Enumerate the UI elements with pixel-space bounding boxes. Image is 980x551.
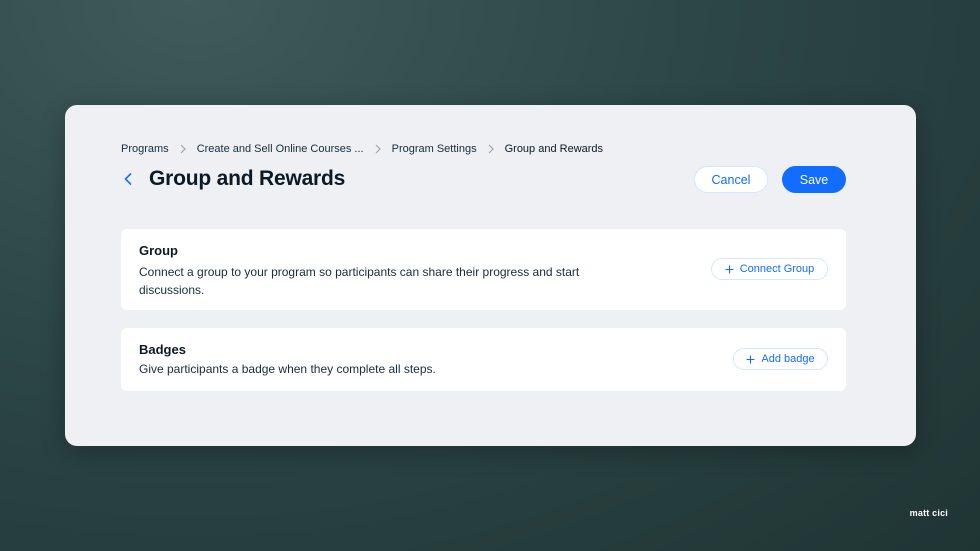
watermark: matt cici [909, 508, 948, 518]
plus-icon [746, 355, 755, 364]
plus-icon [725, 265, 734, 274]
chevron-right-icon [364, 144, 392, 154]
breadcrumb: Programs Create and Sell Online Courses … [121, 143, 603, 155]
badges-title: Badges [139, 342, 186, 357]
breadcrumb-item-current: Group and Rewards [504, 143, 604, 155]
connect-group-button[interactable]: Connect Group [711, 258, 828, 280]
save-button[interactable]: Save [782, 166, 846, 193]
add-badge-button[interactable]: Add badge [733, 348, 828, 370]
breadcrumb-item-programs[interactable]: Programs [121, 143, 169, 155]
badges-card: Badges Give participants a badge when th… [121, 328, 846, 391]
settings-panel: Programs Create and Sell Online Courses … [65, 105, 916, 446]
chevron-right-icon [477, 144, 505, 154]
cancel-button[interactable]: Cancel [694, 166, 768, 193]
group-card: Group Connect a group to your program so… [121, 229, 846, 310]
chevron-left-icon[interactable] [121, 169, 135, 189]
group-title: Group [139, 243, 178, 258]
chevron-right-icon [169, 144, 197, 154]
group-description: Connect a group to your program so parti… [139, 265, 580, 297]
title-row: Group and Rewards [121, 167, 345, 191]
add-badge-label: Add badge [761, 353, 815, 365]
page-title: Group and Rewards [149, 167, 346, 190]
badges-description: Give participants a badge when they comp… [139, 362, 436, 376]
breadcrumb-item-program-settings[interactable]: Program Settings [392, 143, 477, 155]
breadcrumb-item-course[interactable]: Create and Sell Online Courses ... [197, 143, 364, 155]
connect-group-label: Connect Group [739, 263, 815, 275]
